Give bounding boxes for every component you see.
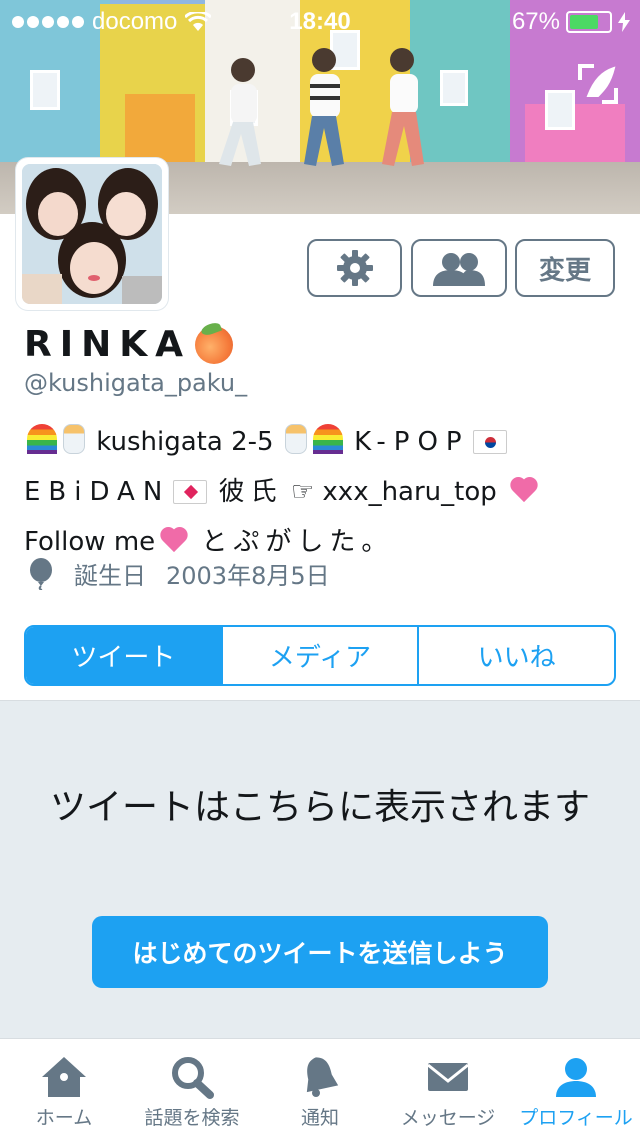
two-hearts-emoji-icon: [508, 474, 540, 504]
bio-text-4: 彼氏: [218, 477, 283, 507]
charging-icon: [618, 12, 630, 32]
tabbar-profile[interactable]: プロフィール: [512, 1039, 640, 1136]
tabbar-label: 話題を検索: [144, 1107, 240, 1129]
tabbar-label: ホーム: [35, 1107, 93, 1129]
battery-icon: [566, 11, 612, 33]
tab-likes[interactable]: いいね: [417, 627, 614, 684]
rainbow-emoji-icon: [312, 424, 343, 454]
birthday-value: 2003年8月5日: [166, 562, 330, 590]
settings-button[interactable]: [307, 239, 402, 297]
two-hearts-emoji-icon: [158, 524, 190, 554]
status-bar: docomo 18:40 67%: [0, 0, 640, 40]
tabbar-search[interactable]: 話題を検索: [128, 1039, 256, 1136]
search-icon: [172, 1057, 214, 1099]
birthday-label: 誕生日: [74, 562, 146, 590]
gear-icon: [336, 250, 373, 286]
tabbar-label: 通知: [300, 1107, 339, 1129]
lists-button[interactable]: [411, 239, 507, 297]
bio-text-1: kushigata 2-5: [96, 427, 274, 457]
korea-flag-emoji-icon: [472, 430, 507, 454]
tabbar-notifications[interactable]: 通知: [256, 1039, 384, 1136]
balloon-icon: [30, 557, 52, 590]
profile-bio: kushigata 2-5 K-POP EBiDAN 彼氏 ☞ xxx_haru…: [24, 417, 624, 567]
profile-handle[interactable]: @kushigata_paku_: [24, 369, 247, 397]
edit-profile-button[interactable]: 変更: [515, 239, 615, 297]
battery-percent: 67%: [511, 8, 560, 35]
tabbar-label: プロフィール: [519, 1107, 633, 1129]
bio-text-7: とぷがした。: [201, 527, 394, 557]
expand-header-icon[interactable]: [574, 60, 622, 108]
home-icon: [42, 1057, 86, 1097]
rainbow-emoji-icon: [27, 424, 57, 454]
bio-text-3: EBiDAN: [24, 477, 171, 507]
profile-name-text: RINKA: [24, 324, 192, 365]
birthday-row: 誕生日 2003年8月5日: [28, 556, 330, 591]
person-icon: [556, 1058, 596, 1097]
tabbar-messages[interactable]: メッセージ: [384, 1039, 512, 1136]
profile-tabs: ツイート メディア いいね: [24, 625, 616, 686]
bio-text-6: Follow me: [24, 527, 156, 557]
tabbar-label: メッセージ: [400, 1107, 496, 1129]
pointing-hand-icon: ☞: [290, 477, 315, 507]
bell-icon: [306, 1057, 339, 1097]
people-icon: [433, 253, 485, 286]
baby-bottle-emoji-icon: [284, 424, 307, 454]
bio-mention[interactable]: xxx_haru_top: [322, 477, 496, 507]
baby-bottle-emoji-icon: [63, 424, 85, 454]
bottom-tab-bar: ホーム 話題を検索 通知 メッセージ プロフィール: [0, 1038, 640, 1136]
profile-name: RINKA: [24, 324, 234, 365]
bio-text-2: K-POP: [354, 427, 470, 457]
first-tweet-button[interactable]: はじめてのツイートを送信しよう: [92, 916, 548, 988]
tabbar-home[interactable]: ホーム: [0, 1039, 128, 1136]
profile-avatar[interactable]: [16, 158, 168, 310]
envelope-icon: [427, 1063, 469, 1091]
love-letter-emoji-icon: [173, 480, 208, 504]
tab-media[interactable]: メディア: [220, 627, 418, 684]
empty-state-message: ツイートはこちらに表示されます: [49, 787, 590, 828]
peach-emoji-icon: [195, 325, 234, 364]
tab-tweets[interactable]: ツイート: [26, 627, 221, 684]
